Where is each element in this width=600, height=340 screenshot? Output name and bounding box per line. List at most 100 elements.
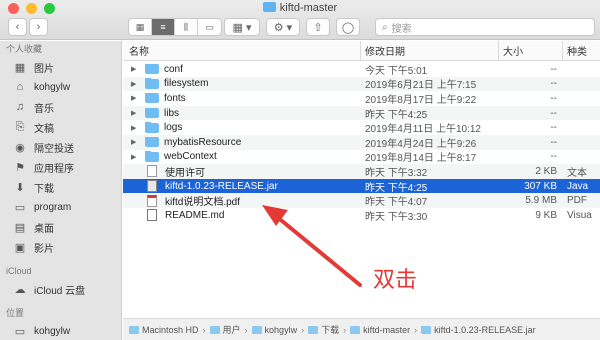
file-size: --: [550, 122, 557, 134]
jar-icon: [421, 325, 432, 334]
file-size: 2 KB: [535, 165, 557, 177]
disclosure-triangle-icon[interactable]: ▶: [131, 80, 141, 88]
action-button[interactable]: ⚙ ▾: [266, 18, 300, 36]
path-separator-icon: ›: [202, 324, 206, 335]
favorites-header: 个人收藏: [6, 44, 43, 54]
sidebar-item-location[interactable]: ▭ kohgylw: [0, 321, 121, 340]
file-date: 昨天 下午3:30: [365, 211, 428, 223]
file-date: 昨天 下午4:25: [365, 182, 428, 194]
table-row[interactable]: kiftd说明文档.pdf 昨天 下午4:07 5.9 MB PDF: [123, 193, 600, 208]
music-icon: ♫: [15, 101, 25, 113]
md-icon: [147, 209, 157, 222]
home-icon: ⌂: [16, 81, 24, 93]
list-view-button[interactable]: ≡: [152, 19, 175, 35]
documents-icon: ⎘: [15, 120, 25, 133]
file-size: --: [550, 63, 557, 75]
column-size[interactable]: 大小: [499, 41, 563, 60]
file-size: --: [550, 92, 557, 104]
sidebar-item-label: kohgylw: [34, 81, 71, 93]
sidebar-item-applications[interactable]: ⚑ 应用程序: [0, 157, 121, 177]
file-name-cell: README.md: [123, 209, 361, 222]
file-date: 2019年6月21日 上午7:15: [365, 80, 477, 92]
sidebar-item-home[interactable]: ⌂ kohgylw: [0, 77, 121, 97]
file-size: --: [550, 107, 557, 119]
column-kind[interactable]: 种类: [563, 41, 600, 60]
disclosure-triangle-icon[interactable]: ▶: [131, 109, 141, 117]
desktop-icon: ▤: [14, 221, 26, 234]
file-date: 今天 下午5:01: [365, 65, 428, 77]
sidebar-item-icloud-drive[interactable]: ☁ iCloud 云盘: [0, 279, 121, 299]
table-row[interactable]: ▶ conf 今天 下午5:01 --: [123, 62, 600, 77]
disclosure-triangle-icon[interactable]: ▶: [131, 94, 141, 102]
table-row[interactable]: ▶ mybatisResource 2019年4月24日 上午9:26 --: [123, 134, 600, 150]
jar-icon: [147, 180, 157, 193]
folder-icon: [145, 63, 159, 75]
view-mode-segment: ▦ ≡ ⫼ ▭: [128, 18, 222, 36]
folder-icon: [209, 325, 220, 334]
column-name[interactable]: 名称: [123, 41, 361, 60]
window-title-text: kiftd-master: [279, 2, 338, 14]
search-input[interactable]: ⌕ 搜索: [375, 18, 595, 36]
file-name: README.md: [165, 209, 225, 221]
path-segment[interactable]: Macintosh HD: [142, 325, 199, 335]
path-segment[interactable]: kiftd-master: [363, 325, 410, 335]
table-row[interactable]: ▶ filesystem 2019年6月21日 上午7:15 --: [123, 76, 600, 92]
folder-icon: [145, 107, 159, 119]
group-button[interactable]: ▦ ▾: [224, 18, 260, 36]
column-view-button[interactable]: ⫼: [175, 19, 198, 35]
disclosure-triangle-icon[interactable]: ▶: [131, 124, 141, 132]
table-row[interactable]: ▶ libs 昨天 下午4:25 --: [123, 105, 600, 121]
table-row[interactable]: ▶ webContext 2019年8月14日 上午8:17 --: [123, 150, 600, 164]
disclosure-triangle-icon[interactable]: ▶: [131, 65, 141, 73]
table-row[interactable]: 使用许可 昨天 下午3:32 2 KB 文本: [123, 164, 600, 179]
gallery-view-button[interactable]: ▭: [198, 19, 221, 35]
sidebar-item-music[interactable]: ♫ 音乐: [0, 97, 121, 117]
file-name-cell: ▶ mybatisResource: [123, 136, 361, 148]
folder-icon: [145, 151, 159, 162]
path-separator-icon: ›: [414, 324, 418, 335]
column-date[interactable]: 修改日期: [361, 41, 499, 60]
sidebar-item-label: 桌面: [34, 223, 54, 235]
sidebar-item-pictures[interactable]: ▦ 图片: [0, 57, 121, 77]
icon-view-button[interactable]: ▦: [129, 19, 152, 35]
disclosure-triangle-icon[interactable]: ▶: [131, 138, 141, 146]
applications-icon: ⚑: [15, 161, 25, 174]
back-icon: ‹: [15, 21, 20, 33]
sidebar-item-label: 影片: [34, 243, 54, 255]
back-button[interactable]: ‹: [8, 18, 27, 36]
sidebar-item-airdrop[interactable]: ◉ 隔空投送: [0, 137, 121, 157]
path-segment[interactable]: kohgylw: [265, 325, 298, 335]
table-row[interactable]: README.md 昨天 下午3:30 9 KB Visua: [123, 208, 600, 223]
disk-icon: [129, 325, 139, 334]
disclosure-triangle-icon[interactable]: ▶: [131, 153, 141, 161]
path-segment[interactable]: 用户: [223, 323, 241, 336]
sidebar-item-desktop[interactable]: ▤ 桌面: [0, 217, 121, 237]
file-name: webContext: [164, 151, 217, 163]
folder-icon: ▭: [14, 201, 26, 214]
search-icon: ⌕: [382, 21, 388, 33]
group-icon: ▦ ▾: [232, 21, 252, 34]
disk-icon: ▭: [14, 325, 26, 338]
sidebar-item-movies[interactable]: ▣ 影片: [0, 237, 121, 257]
table-row[interactable]: ▶ logs 2019年4月11日 上午10:12 --: [123, 120, 600, 135]
sidebar-item-documents[interactable]: ⎘ 文稿: [0, 117, 121, 137]
file-name: fonts: [164, 92, 186, 104]
file-name-cell: ▶ webContext: [123, 151, 361, 162]
tag-button[interactable]: ◯: [336, 18, 360, 36]
forward-button[interactable]: ›: [29, 18, 48, 36]
sidebar-item-downloads[interactable]: ⬇ 下载: [0, 177, 121, 197]
tag-icon: ◯: [341, 21, 355, 34]
table-row[interactable]: kiftd-1.0.23-RELEASE.jar 昨天 下午4:25 307 KB J…: [123, 178, 600, 194]
file-size: 9 KB: [535, 209, 557, 221]
file-date: 昨天 下午4:07: [365, 197, 428, 209]
share-button[interactable]: ⇧: [306, 18, 330, 36]
locations-header: 位置: [6, 308, 25, 318]
path-segment[interactable]: 下载: [321, 323, 339, 336]
sidebar-item-program[interactable]: ▭ program: [0, 197, 121, 217]
path-segment[interactable]: kiftd-1.0.23-RELEASE.jar: [434, 325, 536, 335]
path-separator-icon: ›: [244, 324, 248, 335]
doc-icon: [147, 165, 157, 178]
file-name: kiftd说明文档.pdf: [165, 197, 241, 209]
table-row[interactable]: ▶ fonts 2019年8月17日 上午9:22 --: [123, 91, 600, 106]
movies-icon: ▣: [14, 241, 26, 254]
